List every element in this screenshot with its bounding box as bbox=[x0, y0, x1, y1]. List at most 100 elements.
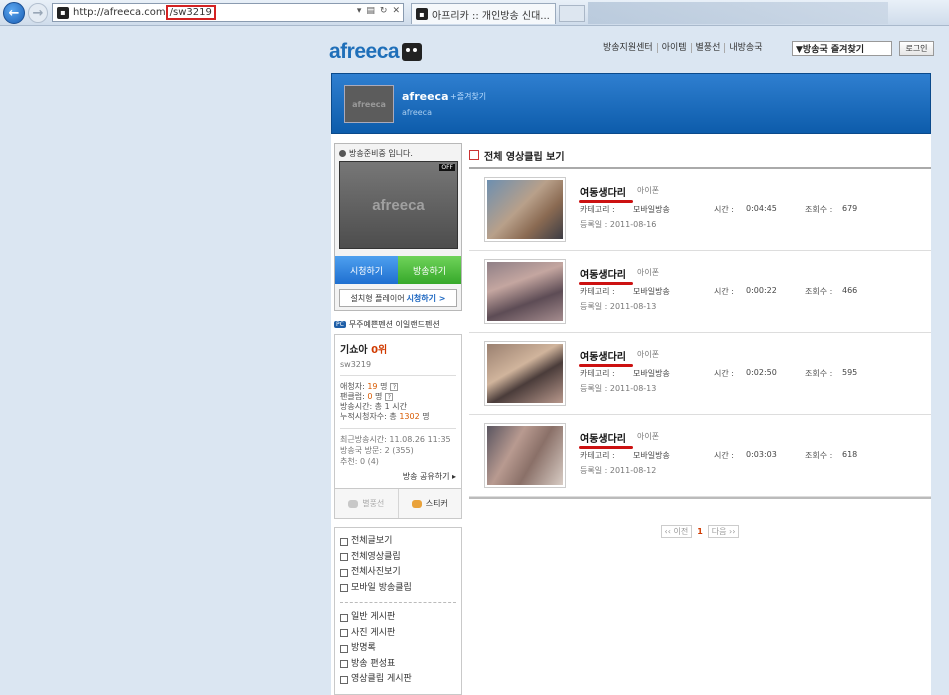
views-label: 조회수 : bbox=[805, 369, 833, 378]
clip-date: 등록일 : 2011-08-13 bbox=[580, 384, 657, 393]
tool-row: 별풍선 스티커 bbox=[334, 489, 462, 519]
clip-time: 0:02:50 bbox=[746, 368, 777, 377]
clip-thumbnail[interactable] bbox=[484, 423, 566, 488]
pc-badge: PC bbox=[334, 321, 346, 328]
pagination: ‹‹ 이전 1 다음 ›› bbox=[469, 525, 931, 538]
recent-broadcast-time: 최근방송시간: 11.08.26 11:35 bbox=[340, 435, 451, 444]
clip-title[interactable]: 여동생다리 bbox=[579, 348, 633, 367]
station-id: afreeca bbox=[402, 108, 432, 117]
player-status: 방송준비중 입니다. bbox=[339, 148, 413, 159]
help-icon[interactable]: ? bbox=[385, 393, 394, 401]
doc-icon bbox=[340, 537, 348, 546]
add-favorite-link[interactable]: +즐겨찾기 bbox=[450, 91, 486, 102]
page: afreeca 방송지원센터 아이템 별풍선 내방송국 ▼방송국 즐겨찾기 로그… bbox=[323, 27, 949, 695]
menu-schedule[interactable]: 방송 편성표 bbox=[340, 657, 456, 673]
clip-platform: 아이폰 bbox=[637, 350, 660, 359]
profile-recent: 최근방송시간: 11.08.26 11:35 방송국 방문: 2 (355) 추… bbox=[340, 434, 456, 467]
star-balloon-button[interactable]: 별풍선 bbox=[335, 489, 399, 518]
menu-all-photos[interactable]: 전체사진보기 bbox=[340, 565, 456, 581]
current-page[interactable]: 1 bbox=[697, 527, 703, 536]
category-label: 카테고리 : bbox=[580, 287, 615, 296]
station-thumbnail: afreeca bbox=[344, 85, 394, 123]
category-label: 카테고리 : bbox=[580, 369, 615, 378]
forward-arrow-icon[interactable]: → bbox=[28, 3, 48, 23]
clip-views: 466 bbox=[842, 286, 858, 295]
dropdown-arrow-icon[interactable]: ▾ bbox=[357, 6, 362, 16]
url-path-highlight: /sw3219 bbox=[165, 5, 216, 20]
browser-tab-active[interactable]: ▪ 아프리카 :: 개인방송 신대... bbox=[411, 3, 556, 24]
menu-all-clips[interactable]: 전체영상클립 bbox=[340, 550, 456, 566]
favorites-select[interactable]: ▼방송국 즐겨찾기 bbox=[792, 41, 892, 56]
clip-thumbnail[interactable] bbox=[484, 341, 566, 406]
menu-photo-board[interactable]: 사진 게시판 bbox=[340, 626, 456, 642]
install-player-link[interactable]: 설치형 플레이어 시청하기 > bbox=[339, 289, 457, 307]
clip-views: 679 bbox=[842, 204, 858, 213]
sidebar: 방송준비중 입니다. afreeca OFF 시청하기 방송하기 설치형 플레이… bbox=[334, 143, 462, 695]
address-bar[interactable]: ▪ http://afreeca.com /sw3219 ▾ ▤ ↻ ✕ bbox=[52, 3, 404, 22]
clip-date: 등록일 : 2011-08-12 bbox=[580, 466, 657, 475]
clip-title[interactable]: 여동생다리 bbox=[579, 430, 633, 449]
site-favicon-icon: ▪ bbox=[57, 6, 69, 19]
clip-thumbnail[interactable] bbox=[484, 259, 566, 324]
menu-mobile-clips[interactable]: 모바일 방송클립 bbox=[340, 581, 456, 597]
list-divider bbox=[469, 497, 931, 499]
profile-stats: 애청자: 19 명? 팬클럽: 0 명? 방송시간: 총 1 시간 누적시청자수… bbox=[340, 382, 456, 429]
clip-item: 여동생다리 아이폰 카테고리 : 모바일방송 시간 : 0:02:50 조회수 … bbox=[469, 333, 931, 415]
player-box: 방송준비중 입니다. afreeca OFF 시청하기 방송하기 설치형 플레이… bbox=[334, 143, 462, 311]
player-screen[interactable]: afreeca OFF bbox=[339, 161, 458, 249]
stop-icon[interactable]: ✕ bbox=[392, 6, 400, 16]
profile-rank: 0위 bbox=[371, 345, 388, 356]
top-navigation: 방송지원센터 아이템 별풍선 내방송국 bbox=[599, 43, 767, 53]
balloon-icon bbox=[348, 499, 359, 508]
menu-guestbook[interactable]: 방명록 bbox=[340, 641, 456, 657]
tab-favicon-icon: ▪ bbox=[416, 8, 428, 20]
recommend-count: 추천: 0 (4) bbox=[340, 457, 379, 466]
clip-category: 모바일방송 bbox=[633, 369, 670, 378]
clip-thumbnail[interactable] bbox=[484, 177, 566, 242]
clip-title[interactable]: 여동생다리 bbox=[579, 184, 633, 203]
sticker-button[interactable]: 스티커 bbox=[399, 489, 462, 518]
clip-title[interactable]: 여동생다리 bbox=[579, 266, 633, 285]
afreeca-logo[interactable]: afreeca bbox=[329, 40, 423, 64]
off-badge: OFF bbox=[439, 164, 455, 171]
profile-name: 기쇼아 bbox=[340, 345, 368, 356]
nav-my-station[interactable]: 내방송국 bbox=[725, 43, 766, 53]
menu-all-posts[interactable]: 전체글보기 bbox=[340, 534, 456, 550]
nav-star-balloon[interactable]: 별풍선 bbox=[692, 43, 726, 53]
compat-view-icon[interactable]: ▤ bbox=[366, 6, 375, 16]
clip-platform: 아이폰 bbox=[637, 268, 660, 277]
share-broadcast-link[interactable]: 방송 공유하기 ▸ bbox=[340, 471, 456, 482]
menu-general-board[interactable]: 일반 게시판 bbox=[340, 610, 456, 626]
url-host: http://afreeca.com bbox=[73, 7, 166, 18]
nav-support-center[interactable]: 방송지원센터 bbox=[599, 43, 658, 53]
refresh-icon[interactable]: ↻ bbox=[380, 6, 388, 16]
prev-page-button[interactable]: ‹‹ 이전 bbox=[660, 525, 693, 538]
clip-date: 등록일 : 2011-08-13 bbox=[580, 302, 657, 311]
camera-icon bbox=[340, 629, 348, 638]
time-label: 시간 : bbox=[714, 205, 734, 214]
station-visits: 방송국 방문: 2 (355) bbox=[340, 446, 414, 455]
next-page-button[interactable]: 다음 ›› bbox=[707, 525, 740, 538]
watch-button[interactable]: 시청하기 bbox=[335, 256, 398, 284]
clip-item: 여동생다리 아이폰 카테고리 : 모바일방송 시간 : 0:03:03 조회수 … bbox=[469, 415, 931, 497]
back-arrow-icon[interactable]: ← bbox=[3, 2, 25, 24]
clip-platform: 아이폰 bbox=[637, 432, 660, 441]
status-dot-icon bbox=[339, 150, 346, 157]
clip-time: 0:04:45 bbox=[746, 204, 777, 213]
login-button[interactable]: 로그인 bbox=[899, 41, 934, 56]
menu-divider bbox=[340, 602, 456, 603]
nav-items[interactable]: 아이템 bbox=[658, 43, 692, 53]
menu-clip-board[interactable]: 영상클립 게시판 bbox=[340, 672, 456, 688]
page-blank-area bbox=[0, 27, 323, 695]
new-tab-button[interactable] bbox=[559, 5, 585, 22]
broadcast-button[interactable]: 방송하기 bbox=[398, 256, 461, 284]
profile-box: 기쇼아 0위 sw3219 애청자: 19 명? 팬클럽: 0 명? 방송시간:… bbox=[334, 334, 462, 489]
airtime: 방송시간: 총 1 시간 bbox=[340, 402, 407, 411]
mobile-icon bbox=[340, 584, 348, 593]
station-banner: afreeca afreeca +즐겨찾기 afreeca bbox=[331, 73, 931, 134]
fans-count: 19 bbox=[367, 382, 378, 391]
pen-icon bbox=[340, 644, 348, 653]
clip-time: 0:03:03 bbox=[746, 450, 777, 459]
clip-category: 모바일방송 bbox=[633, 205, 670, 214]
help-icon[interactable]: ? bbox=[390, 383, 399, 391]
